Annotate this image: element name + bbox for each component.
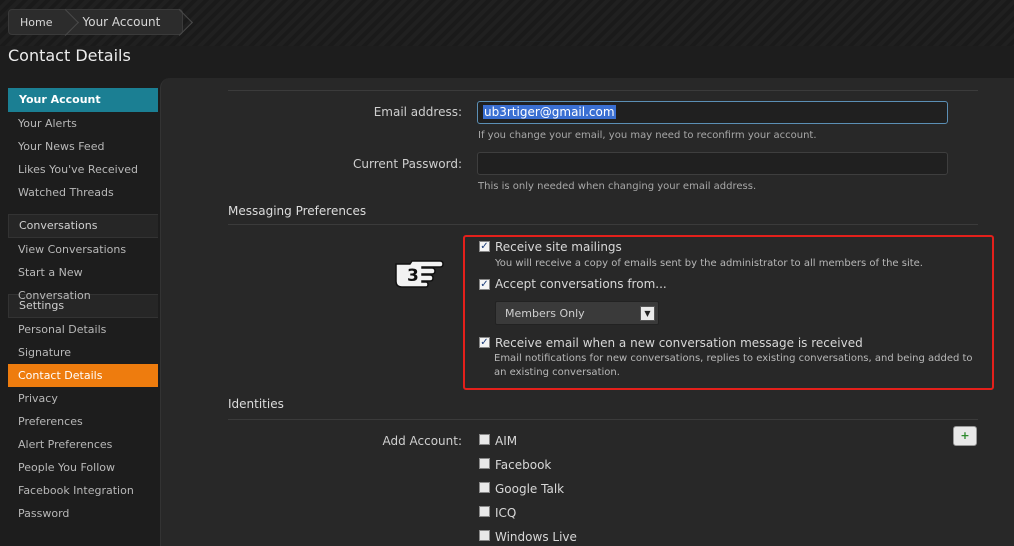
site-mailings-hint: You will receive a copy of emails sent b… <box>495 258 923 269</box>
add-account-label: Add Account: <box>382 434 462 448</box>
accept-conversations-label[interactable]: Accept conversations from... <box>495 277 667 291</box>
breadcrumb-bar: Home Your Account <box>0 0 1014 46</box>
sidebar-heading-your-account[interactable]: Your Account <box>8 88 158 112</box>
sidebar-item-facebook-integration[interactable]: Facebook Integration <box>8 479 158 502</box>
email-value: ub3rtiger@gmail.com <box>483 105 616 119</box>
password-label: Current Password: <box>353 157 462 171</box>
sidebar-item-preferences[interactable]: Preferences <box>8 410 158 433</box>
sidebar-item-contact-details[interactable]: Contact Details <box>8 364 158 387</box>
facebook-checkbox[interactable]: ✓ <box>479 458 490 469</box>
aim-label[interactable]: AIM <box>495 434 517 448</box>
divider <box>228 419 978 420</box>
divider <box>228 224 978 225</box>
sidebar-item-view-conversations[interactable]: View Conversations <box>8 238 158 261</box>
email-hint: If you change your email, you may need t… <box>478 130 817 141</box>
site-mailings-checkbox[interactable]: ✓ <box>479 241 490 252</box>
email-on-message-hint-1: Email notifications for new conversation… <box>494 353 973 364</box>
aim-checkbox[interactable]: ✓ <box>479 434 490 445</box>
sidebar-item-personal-details[interactable]: Personal Details <box>8 318 158 341</box>
main-panel: Email address: ub3rtiger@gmail.com If yo… <box>160 78 1014 546</box>
icq-checkbox[interactable]: ✓ <box>479 506 490 517</box>
email-label: Email address: <box>373 105 462 119</box>
windows-live-label[interactable]: Windows Live <box>495 530 577 544</box>
identities-heading: Identities <box>228 397 284 411</box>
sidebar-item-people-you-follow[interactable]: People You Follow <box>8 456 158 479</box>
email-on-message-label[interactable]: Receive email when a new conversation me… <box>495 336 863 350</box>
conversations-from-value: Members Only <box>505 307 585 320</box>
windows-live-checkbox[interactable]: ✓ <box>479 530 490 541</box>
chevron-down-icon[interactable]: ▼ <box>640 306 655 321</box>
sidebar-item-your-alerts[interactable]: Your Alerts <box>8 112 158 135</box>
breadcrumb: Home Your Account <box>8 9 184 35</box>
divider <box>228 90 978 91</box>
sidebar-heading-conversations[interactable]: Conversations <box>8 214 158 238</box>
add-identity-button[interactable]: + <box>953 426 977 446</box>
callout-number: 3 <box>407 266 419 286</box>
sidebar-item-signature[interactable]: Signature <box>8 341 158 364</box>
password-hint: This is only needed when changing your e… <box>478 181 757 192</box>
sidebar-item-news-feed[interactable]: Your News Feed <box>8 135 158 158</box>
password-field[interactable] <box>477 152 948 175</box>
messaging-preferences-heading: Messaging Preferences <box>228 204 367 218</box>
email-on-message-checkbox[interactable]: ✓ <box>479 337 490 348</box>
accept-conversations-checkbox[interactable]: ✓ <box>479 279 490 290</box>
pointing-hand-icon: 3 <box>395 260 444 288</box>
breadcrumb-your-account[interactable]: Your Account <box>68 10 182 34</box>
icq-label[interactable]: ICQ <box>495 506 516 520</box>
sidebar-item-likes-received[interactable]: Likes You've Received <box>8 158 158 181</box>
google-talk-label[interactable]: Google Talk <box>495 482 564 496</box>
sidebar: Your Account Your Alerts Your News Feed … <box>8 88 158 525</box>
sidebar-item-privacy[interactable]: Privacy <box>8 387 158 410</box>
sidebar-item-password[interactable]: Password <box>8 502 158 525</box>
email-on-message-hint-2: an existing conversation. <box>494 367 620 378</box>
conversations-from-select[interactable]: Members Only ▼ <box>495 301 659 325</box>
site-mailings-label[interactable]: Receive site mailings <box>495 240 622 254</box>
sidebar-item-alert-preferences[interactable]: Alert Preferences <box>8 433 158 456</box>
sidebar-item-watched-threads[interactable]: Watched Threads <box>8 181 158 204</box>
breadcrumb-home[interactable]: Home <box>9 10 68 34</box>
page-title: Contact Details <box>8 46 131 65</box>
facebook-label[interactable]: Facebook <box>495 458 551 472</box>
google-talk-checkbox[interactable]: ✓ <box>479 482 490 493</box>
sidebar-item-start-conversation[interactable]: Start a New Conversation <box>8 261 158 302</box>
email-field[interactable]: ub3rtiger@gmail.com <box>477 101 948 124</box>
